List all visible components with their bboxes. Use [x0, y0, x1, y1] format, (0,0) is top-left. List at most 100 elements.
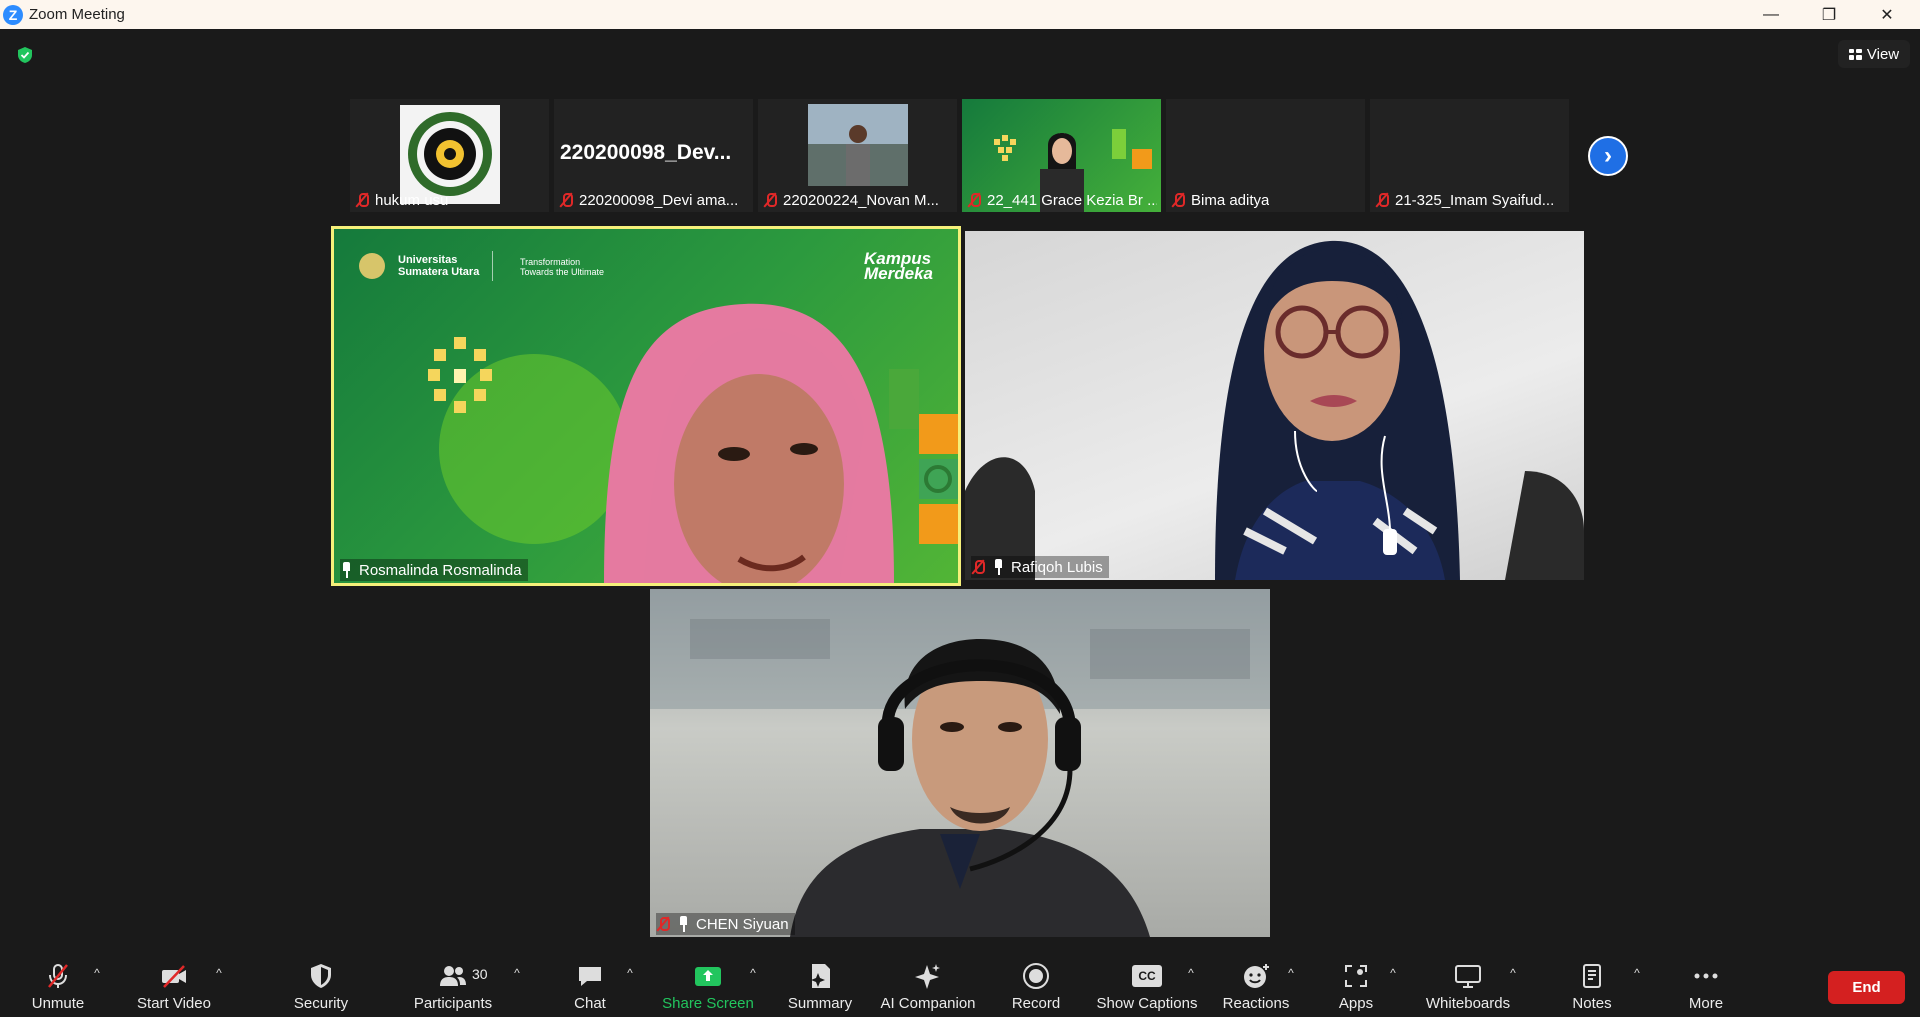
whiteboards-label: Whiteboards [1425, 995, 1511, 1012]
captions-options-caret[interactable]: ^ [1184, 966, 1198, 980]
ai-companion-label: AI Companion [880, 995, 976, 1012]
share-screen-button[interactable]: Share Screen [658, 962, 758, 1012]
mic-muted-icon [559, 192, 573, 208]
notes-icon [1583, 964, 1601, 988]
participant-thumbnail[interactable]: 220200098_Dev... 220200098_Devi ama... [554, 99, 753, 212]
close-button[interactable]: ✕ [1858, 0, 1916, 29]
mic-muted-icon [971, 559, 985, 575]
pin-icon [677, 916, 689, 932]
kampus-line-2: Merdeka [864, 264, 933, 283]
video-off-icon [162, 965, 186, 988]
title-bar: Z Zoom Meeting — ❐ ✕ [0, 0, 1920, 29]
record-label: Record [1011, 995, 1061, 1012]
participants-label: Participants [413, 995, 493, 1012]
participant-display-name: 220200098_Dev... [560, 141, 732, 164]
more-button[interactable]: More [1676, 962, 1736, 1012]
restore-button[interactable]: ❐ [1800, 0, 1858, 29]
participant-name: CHEN Siyuan [696, 915, 789, 933]
apps-options-caret[interactable]: ^ [1386, 966, 1400, 980]
start-video-button[interactable]: Start Video [134, 962, 214, 1012]
summary-label: Summary [787, 995, 853, 1012]
video-tile[interactable]: Rafiqoh Lubis [965, 231, 1584, 580]
whiteboards-options-caret[interactable]: ^ [1506, 966, 1520, 980]
mic-muted-icon [763, 192, 777, 208]
smiley-icon [1244, 964, 1269, 988]
participant-name: 220200098_Devi ama... [579, 191, 739, 209]
participants-options-caret[interactable]: ^ [510, 966, 524, 980]
tile-name-label: CHEN Siyuan [656, 913, 795, 935]
start-video-label: Start Video [137, 995, 211, 1012]
thumbnail-name-label: 22_441 Grace Kezia Br ... [967, 190, 1157, 210]
mic-muted-icon [355, 192, 369, 208]
participant-thumbnail[interactable]: 220200224_Novan M... [758, 99, 957, 212]
tagline-line-2: Towards the Ultimate [520, 267, 605, 277]
tile-name-label: Rosmalinda Rosmalinda [340, 559, 528, 581]
window-title: Zoom Meeting [29, 6, 125, 23]
whiteboard-icon [1455, 965, 1481, 988]
ai-companion-button[interactable]: AI Companion [876, 962, 980, 1012]
encryption-shield-icon[interactable] [16, 46, 34, 64]
reactions-options-caret[interactable]: ^ [1284, 966, 1298, 980]
unmute-button[interactable]: Unmute [28, 962, 88, 1012]
video-tile[interactable]: CHEN Siyuan [650, 589, 1270, 937]
mic-muted-icon [967, 192, 981, 208]
chevron-right-icon: › [1604, 142, 1612, 169]
thumbnail-name-label: 21-325_Imam Syaifud... [1375, 190, 1554, 210]
more-label: More [1688, 995, 1724, 1012]
security-button[interactable]: Security [286, 962, 356, 1012]
show-captions-label: Show Captions [1096, 995, 1198, 1012]
participant-thumbnail[interactable]: Bima aditya [1166, 99, 1365, 212]
notes-button[interactable]: Notes [1562, 962, 1622, 1012]
mic-muted-icon [1375, 192, 1389, 208]
tile-name-label: Rafiqoh Lubis [971, 556, 1109, 578]
thumbnail-name-label: Bima aditya [1171, 190, 1269, 210]
chat-button[interactable]: Chat [560, 962, 620, 1012]
summary-button[interactable]: Summary [780, 962, 860, 1012]
grid-view-icon [1848, 48, 1862, 60]
chat-icon [579, 967, 601, 986]
participant-name: Bima aditya [1191, 191, 1270, 209]
zoom-logo-icon: Z [3, 4, 23, 25]
participant-video [650, 589, 1270, 937]
participant-thumbnail[interactable]: 22_441 Grace Kezia Br ... [962, 99, 1161, 212]
more-dots-icon [1694, 973, 1718, 979]
view-button[interactable]: View [1838, 40, 1910, 68]
apps-button[interactable]: Apps [1326, 962, 1386, 1012]
shield-icon [311, 964, 331, 988]
university-line-2: Sumatera Utara [398, 266, 480, 278]
mic-muted-icon [1171, 192, 1185, 208]
tagline-text: Transformation Towards the Ultimate [520, 257, 604, 277]
notes-label: Notes [1572, 995, 1612, 1012]
notes-options-caret[interactable]: ^ [1630, 966, 1644, 980]
captions-icon: CC [1132, 965, 1162, 987]
chat-options-caret[interactable]: ^ [623, 966, 637, 980]
next-page-button[interactable]: › [1588, 136, 1628, 176]
kampus-merdeka-logo: Kampus Merdeka [864, 250, 933, 283]
thumbnail-name-label: 220200098_Devi ama... [559, 190, 738, 210]
unmute-label: Unmute [31, 995, 85, 1012]
share-options-caret[interactable]: ^ [746, 966, 760, 980]
participant-thumbnail[interactable]: hukum usu [350, 99, 549, 212]
record-button[interactable]: Record [1006, 962, 1066, 1012]
pin-icon [340, 562, 352, 578]
summary-icon [811, 964, 830, 988]
participant-video [965, 240, 1584, 580]
reactions-label: Reactions [1222, 995, 1290, 1012]
university-logo-text: Universitas Sumatera Utara [398, 254, 479, 278]
participant-thumbnail[interactable]: 21-325_Imam Syaifud... [1370, 99, 1569, 212]
mic-muted-icon [656, 916, 670, 932]
end-meeting-button[interactable]: End [1828, 971, 1905, 1004]
participant-name: hukum usu [375, 191, 449, 209]
video-options-caret[interactable]: ^ [212, 966, 226, 980]
whiteboards-button[interactable]: Whiteboards [1418, 962, 1518, 1012]
view-button-label: View [1866, 45, 1900, 63]
participant-name: 22_441 Grace Kezia Br ... [987, 191, 1157, 209]
university-line-1: Universitas [398, 254, 458, 266]
minimize-button[interactable]: — [1742, 0, 1800, 29]
participants-icon [440, 966, 466, 986]
ai-sparkle-icon [915, 964, 940, 989]
participant-name: Rosmalinda Rosmalinda [359, 561, 522, 579]
apps-icon [1345, 965, 1367, 987]
video-tile-active-speaker[interactable]: Universitas Sumatera Utara Transformatio… [331, 226, 961, 586]
audio-options-caret[interactable]: ^ [90, 966, 104, 980]
